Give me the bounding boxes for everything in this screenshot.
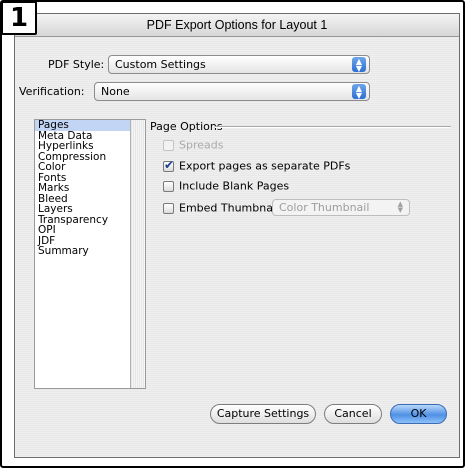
page-options-divider (215, 126, 451, 128)
category-item[interactable]: Pages (35, 120, 145, 131)
pdf-style-popup[interactable]: Custom Settings ▲ ▼ (108, 55, 370, 74)
step-number-badge: 1 (1, 1, 37, 35)
category-list[interactable]: Pages Meta Data Hyperlinks Compression Color… (34, 119, 146, 389)
category-item[interactable]: Hyperlinks (35, 141, 145, 152)
updown-arrows-icon: ▲ ▼ (397, 200, 403, 214)
export-separate-option[interactable]: Export pages as separate PDFs (163, 158, 351, 173)
cancel-button[interactable]: Cancel (324, 404, 382, 424)
capture-settings-button[interactable]: Capture Settings (210, 404, 316, 424)
page-options-title: Page Options (150, 120, 223, 133)
spreads-checkbox (163, 139, 174, 151)
export-separate-checkbox[interactable] (163, 158, 174, 172)
spreads-option: Spreads (163, 138, 223, 152)
category-item[interactable]: Layers (35, 204, 145, 215)
thumbnail-type-popup[interactable]: Color Thumbnail ▲ ▼ (272, 199, 410, 216)
thumbnail-type-value: Color Thumbnail (279, 201, 370, 214)
dialog-title: PDF Export Options for Layout 1 (15, 14, 459, 37)
pdf-style-label: PDF Style: (48, 58, 105, 71)
include-blank-label: Include Blank Pages (179, 179, 290, 193)
updown-arrows-icon: ▲ ▼ (352, 84, 366, 100)
embed-thumbnail-option[interactable]: Embed Thumbnail (163, 201, 279, 215)
category-list-scrollbar[interactable] (130, 120, 145, 388)
pdf-style-value: Custom Settings (115, 58, 206, 71)
include-blank-checkbox[interactable] (163, 180, 174, 192)
embed-thumbnail-label: Embed Thumbnail (179, 201, 280, 215)
category-item[interactable]: OPI (35, 225, 145, 236)
category-item[interactable]: Summary (35, 246, 145, 257)
spreads-label: Spreads (179, 138, 224, 152)
embed-thumbnail-checkbox[interactable] (163, 202, 174, 214)
updown-arrows-icon: ▲ ▼ (352, 57, 366, 73)
verification-popup[interactable]: None ▲ ▼ (94, 82, 370, 101)
verification-label: Verification: (19, 85, 85, 98)
include-blank-option[interactable]: Include Blank Pages (163, 179, 289, 193)
ok-button[interactable]: OK (390, 404, 447, 424)
category-item[interactable]: Marks (35, 183, 145, 194)
category-item[interactable]: Color (35, 162, 145, 173)
export-separate-label: Export pages as separate PDFs (179, 159, 351, 173)
pdf-export-dialog: PDF Export Options for Layout 1 PDF Styl… (14, 13, 460, 458)
verification-value: None (101, 85, 130, 98)
